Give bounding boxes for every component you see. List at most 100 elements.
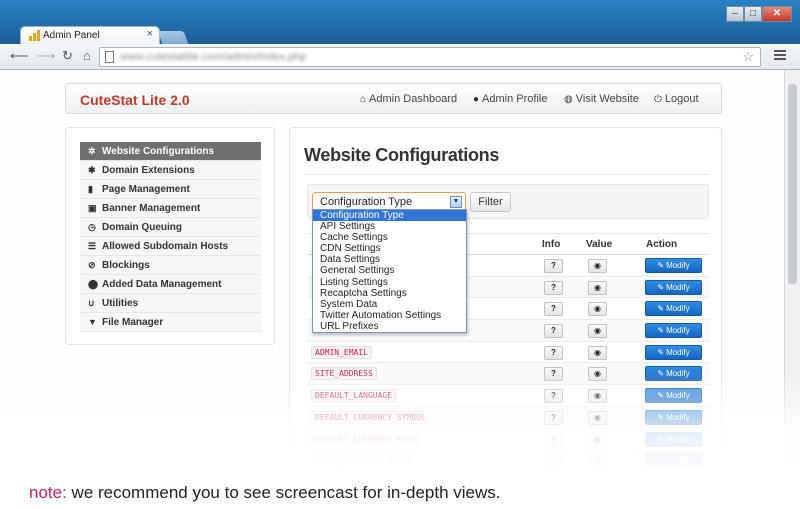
dropdown-option[interactable]: System Data	[313, 299, 466, 310]
nav-label: Admin Profile	[482, 93, 548, 105]
sidebar-item-utilities[interactable]: ∪ Utilities	[80, 294, 261, 313]
column-header-value: Value	[586, 239, 613, 250]
eye-icon: ◉	[594, 261, 601, 270]
sidebar-item-blockings[interactable]: ⊘ Blockings	[80, 256, 261, 275]
edit-icon: ✎	[657, 261, 665, 270]
sidebar-item-label: Added Data Management	[102, 279, 222, 290]
view-value-button[interactable]: ◉	[588, 345, 607, 360]
question-icon: ?	[551, 282, 556, 292]
map-marker-icon: ⬤	[88, 279, 99, 289]
new-tab-button[interactable]	[157, 31, 189, 44]
page-icon	[105, 51, 114, 63]
dropdown-option[interactable]: CDN Settings	[313, 243, 466, 254]
dropdown-option[interactable]: Twitter Automation Settings	[313, 310, 466, 321]
dropdown-option[interactable]: Cache Settings	[313, 232, 466, 243]
sidebar: ✲ Website Configurations ✱ Domain Extensio…	[65, 127, 275, 345]
sidebar-item-allowed-subdomain-hosts[interactable]: ☰ Allowed Subdomain Hosts	[80, 237, 261, 256]
nav-visit-website[interactable]: ◍ Visit Website	[564, 93, 639, 105]
sidebar-item-domain-extensions[interactable]: ✱ Domain Extensions	[80, 161, 261, 180]
dropdown-option[interactable]: General Settings	[313, 265, 466, 276]
modify-label: Modify	[666, 326, 690, 336]
user-icon: ●	[473, 94, 480, 105]
view-value-button[interactable]: ◉	[588, 280, 607, 295]
modify-button[interactable]: ✎Modify	[645, 279, 702, 295]
info-button[interactable]: ?	[544, 259, 563, 273]
filter-icon: ▼	[88, 317, 97, 327]
clock-icon: ◷	[88, 222, 96, 232]
tab-close-icon[interactable]: ×	[147, 28, 153, 40]
sidebar-menu: ✲ Website Configurations ✱ Domain Extensio…	[80, 142, 261, 332]
info-button[interactable]: ?	[544, 302, 563, 317]
forward-arrow-icon[interactable]: ⟶	[37, 49, 56, 63]
edit-icon: ✎	[657, 326, 665, 336]
page-title: Website Configurations	[304, 145, 500, 165]
nav-logout[interactable]: ⏻ Logout	[654, 93, 699, 105]
modify-button[interactable]: ✎Modify	[645, 344, 702, 360]
sidebar-item-label: Blockings	[102, 260, 150, 271]
scrollbar-thumb[interactable]	[788, 84, 797, 284]
modify-label: Modify	[666, 347, 690, 357]
eye-icon: ◉	[594, 326, 601, 336]
address-bar[interactable]: www.cutestatlite.com/admin/index.php ☆	[99, 47, 761, 67]
nav-label: Visit Website	[575, 93, 639, 105]
modify-button[interactable]: ✎Modify	[645, 323, 702, 339]
home-icon: ⌂	[360, 94, 367, 105]
browser-toolbar: ⟵ ⟶ ↻ ⌂ www.cutestatlite.com/admin/index…	[0, 44, 800, 70]
select-value: Configuration Type	[320, 196, 413, 208]
question-icon: ?	[551, 326, 556, 336]
sidebar-item-added-data-management[interactable]: ⬤ Added Data Management	[80, 275, 261, 294]
nav-admin-profile[interactable]: ● Admin Profile	[473, 93, 547, 105]
url-text: www.cutestatlite.com/admin/index.php	[120, 51, 307, 63]
info-button[interactable]: ?	[544, 345, 563, 360]
info-button[interactable]: ?	[544, 324, 563, 339]
view-value-button[interactable]: ◉	[588, 302, 607, 317]
dropdown-option[interactable]: Data Settings	[313, 254, 466, 265]
dropdown-option[interactable]: URL Prefixes	[313, 321, 466, 332]
dropdown-option[interactable]: Recaptcha Settings	[313, 288, 466, 299]
edit-icon: ✎	[657, 282, 665, 292]
modify-button[interactable]: ✎Modify	[645, 258, 702, 273]
dropdown-option[interactable]: Listing Settings	[313, 277, 466, 288]
back-arrow-icon[interactable]: ⟵	[10, 49, 29, 63]
sidebar-item-file-manager[interactable]: ▼ File Manager	[80, 313, 261, 332]
modify-button[interactable]: ✎Modify	[645, 301, 702, 317]
view-value-button[interactable]: ◉	[588, 259, 607, 273]
dropdown-option[interactable]: API Settings	[313, 221, 466, 232]
star-icon[interactable]: ☆	[742, 49, 754, 65]
sidebar-item-label: Domain Queuing	[102, 222, 182, 233]
menu-icon[interactable]	[774, 50, 786, 62]
question-icon: ?	[551, 304, 556, 314]
browser-tab[interactable]: Admin Panel ×	[20, 26, 160, 45]
picture-icon: ▣	[88, 203, 97, 213]
sidebar-item-page-management[interactable]: ▮ Page Management	[80, 180, 261, 199]
info-button[interactable]: ?	[544, 280, 563, 295]
home-icon[interactable]: ⌂	[83, 49, 91, 63]
divider	[304, 174, 709, 175]
window-controls: – □ ✕	[726, 6, 792, 22]
sidebar-item-website-configurations[interactable]: ✲ Website Configurations	[80, 142, 261, 161]
eye-icon: ◉	[594, 282, 601, 292]
note-text: we recommend you to see screencast for i…	[66, 483, 501, 502]
dropdown-option[interactable]: Configuration Type	[313, 210, 466, 222]
close-window-button[interactable]: ✕	[762, 6, 792, 22]
sidebar-item-label: Allowed Subdomain Hosts	[102, 241, 229, 252]
view-value-button[interactable]: ◉	[588, 324, 607, 339]
reload-icon[interactable]: ↻	[62, 49, 73, 63]
edit-icon: ✎	[657, 304, 665, 314]
nav-label: Admin Dashboard	[369, 93, 458, 105]
sidebar-item-domain-queuing[interactable]: ◷ Domain Queuing	[80, 218, 261, 237]
sidebar-item-banner-management[interactable]: ▣ Banner Management	[80, 199, 261, 218]
browser-chrome: Admin Panel × – □ ✕ ⟵ ⟶ ↻ ⌂ www.cutestat…	[0, 0, 800, 70]
column-header-info: Info	[542, 239, 561, 250]
modify-label: Modify	[666, 261, 690, 270]
maximize-button[interactable]: □	[744, 6, 762, 22]
filter-button[interactable]: Filter	[470, 192, 511, 212]
nav-admin-dashboard[interactable]: ⌂ Admin Dashboard	[360, 93, 457, 105]
sidebar-item-label: Domain Extensions	[102, 165, 195, 176]
power-icon: ⏻	[654, 94, 662, 105]
minimize-button[interactable]: –	[726, 6, 744, 22]
chevron-down-icon[interactable]: ▼	[450, 196, 462, 208]
tab-title: Admin Panel	[43, 30, 100, 41]
question-icon: ?	[551, 347, 556, 357]
brand-logo[interactable]: CuteStat Lite 2.0	[80, 92, 190, 108]
